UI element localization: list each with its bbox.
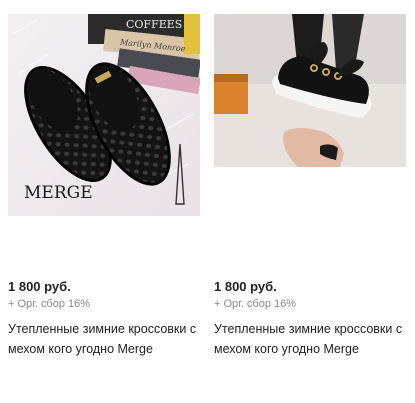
- product-photo-2[interactable]: [214, 14, 406, 167]
- product-card-2[interactable]: [214, 14, 406, 167]
- product-title-1[interactable]: Утепленные зимние кроссовки с мехом кого…: [8, 319, 204, 359]
- product-title-2[interactable]: Утепленные зимние кроссовки с мехом кого…: [214, 319, 410, 359]
- merge-watermark: MERGE: [24, 183, 93, 203]
- product-price-1: 1 800 руб.: [8, 279, 71, 294]
- product-photo-2-image: [214, 14, 406, 167]
- product-photo-1[interactable]: COFFEES Marilyn Monroe MERGE: [8, 14, 200, 216]
- product-org-fee-1: + Орг. сбор 16%: [8, 298, 91, 310]
- product-card-1[interactable]: COFFEES Marilyn Monroe MERGE: [8, 14, 200, 216]
- product-price-2: 1 800 руб.: [214, 279, 277, 294]
- product-org-fee-2: + Орг. сбор 16%: [214, 298, 297, 310]
- product-photo-1-image: COFFEES Marilyn Monroe MERGE: [8, 14, 200, 216]
- svg-text:COFFEES: COFFEES: [126, 18, 182, 31]
